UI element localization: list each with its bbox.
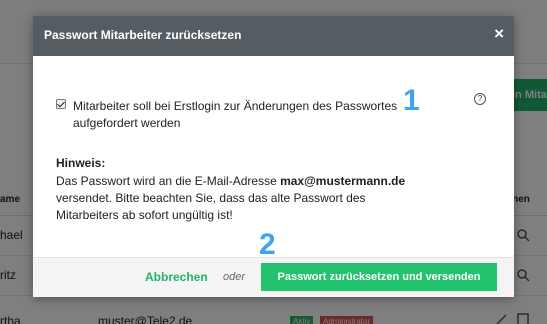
- cancel-link[interactable]: Abbrechen: [145, 270, 208, 284]
- reset-password-dialog: Passwort Mitarbeiter zurücksetzen × Mita…: [33, 16, 514, 297]
- step-marker-1: 1: [403, 84, 420, 117]
- dialog-header: Passwort Mitarbeiter zurücksetzen ×: [33, 16, 514, 56]
- hint-text-prefix: Das Passwort wird an die E-Mail-Adresse: [56, 174, 281, 188]
- help-icon[interactable]: ?: [474, 93, 486, 105]
- force-password-change-checkbox[interactable]: [56, 99, 66, 109]
- hint-text: Das Passwort wird an die E-Mail-Adresse …: [56, 173, 416, 224]
- hint-title: Hinweis:: [56, 156, 106, 170]
- or-separator: oder: [223, 271, 246, 283]
- hint-email: max@mustermann.de: [280, 174, 406, 188]
- close-icon[interactable]: ×: [494, 25, 504, 43]
- dialog-title: Passwort Mitarbeiter zurücksetzen: [44, 28, 242, 42]
- dialog-footer: Abbrechen oder Passwort zurücksetzen und…: [33, 257, 514, 297]
- checkbox-label: Mitarbeiter soll bei Erstlogin zur Änder…: [73, 99, 398, 130]
- reset-and-send-button[interactable]: Passwort zurücksetzen und versenden: [261, 263, 497, 291]
- hint-text-suffix: versendet. Bitte beachten Sie, dass das …: [56, 191, 366, 222]
